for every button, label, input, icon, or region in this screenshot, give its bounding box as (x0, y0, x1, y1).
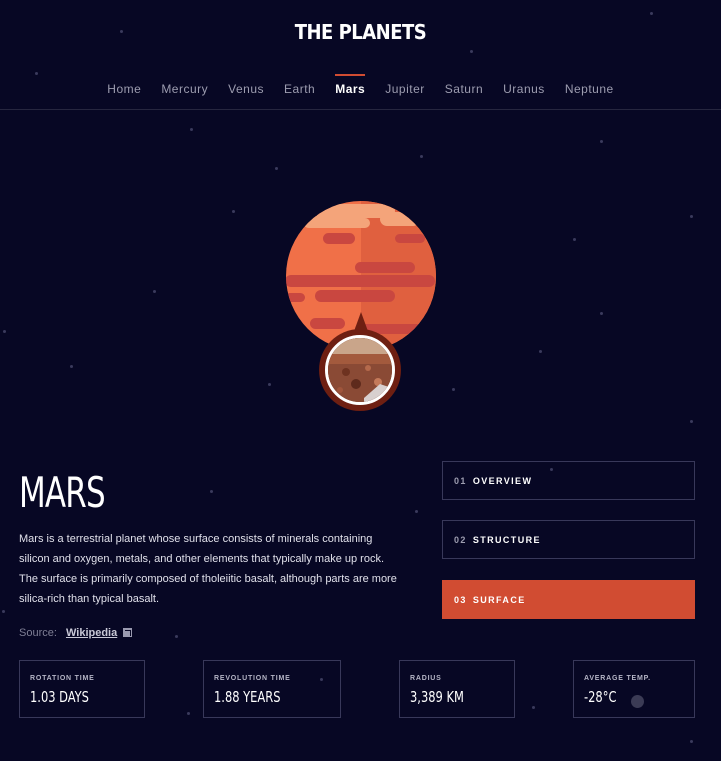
nav-item-mars[interactable]: Mars (335, 72, 366, 102)
stat-radius: RADIUS 3,389 KM (399, 660, 515, 718)
planet-navigation: Home Mercury Venus Earth Mars Jupiter Saturn Ur… (0, 72, 721, 102)
stat-label: ROTATION TIME (30, 675, 95, 682)
tab-label: STRUCTURE (472, 534, 541, 545)
stat-value: 3,389 KM (410, 688, 464, 706)
tab-surface[interactable]: 03 SURFACE (442, 580, 695, 619)
stat-value: 1.03 DAYS (30, 688, 89, 706)
source-line: Source: Wikipedia (19, 627, 133, 639)
tab-number: 02 (454, 534, 467, 545)
tab-number: 01 (454, 475, 467, 486)
tab-overview[interactable]: 01 OVERVIEW (442, 461, 695, 500)
planet-name: MARS (19, 468, 106, 517)
tab-label: SURFACE (472, 594, 526, 605)
nav-item-home[interactable]: Home (107, 72, 141, 102)
tab-label: OVERVIEW (472, 475, 533, 486)
tab-structure[interactable]: 02 STRUCTURE (442, 520, 695, 559)
planet-description: Mars is a terrestrial planet whose surfa… (19, 533, 397, 605)
site-logo[interactable]: THE PLANETS (0, 20, 721, 44)
nav-item-neptune[interactable]: Neptune (565, 72, 614, 102)
tab-number: 03 (454, 594, 467, 605)
stat-label: AVERAGE TEMP. (584, 675, 651, 682)
stat-value: -28°C (584, 688, 617, 706)
nav-item-mercury[interactable]: Mercury (161, 72, 208, 102)
external-link-icon[interactable] (123, 628, 133, 637)
source-label: Source: (19, 627, 57, 639)
stat-label: RADIUS (410, 675, 442, 682)
nav-item-venus[interactable]: Venus (228, 72, 264, 102)
surface-geology-image (319, 329, 401, 411)
stat-label: REVOLUTION TIME (214, 675, 291, 682)
temperature-indicator-icon (631, 695, 644, 708)
stat-revolution-time: REVOLUTION TIME 1.88 YEARS (203, 660, 341, 718)
stat-value: 1.88 YEARS (214, 688, 281, 706)
stat-average-temp: AVERAGE TEMP. -28°C (573, 660, 695, 718)
nav-item-earth[interactable]: Earth (284, 72, 315, 102)
stat-rotation-time: ROTATION TIME 1.03 DAYS (19, 660, 145, 718)
source-link[interactable]: Wikipedia (66, 627, 117, 639)
nav-item-uranus[interactable]: Uranus (503, 72, 545, 102)
nav-item-jupiter[interactable]: Jupiter (385, 72, 425, 102)
nav-item-saturn[interactable]: Saturn (445, 72, 483, 102)
site-header: THE PLANETS Home Mercury Venus Earth Mars Jup… (0, 0, 721, 110)
